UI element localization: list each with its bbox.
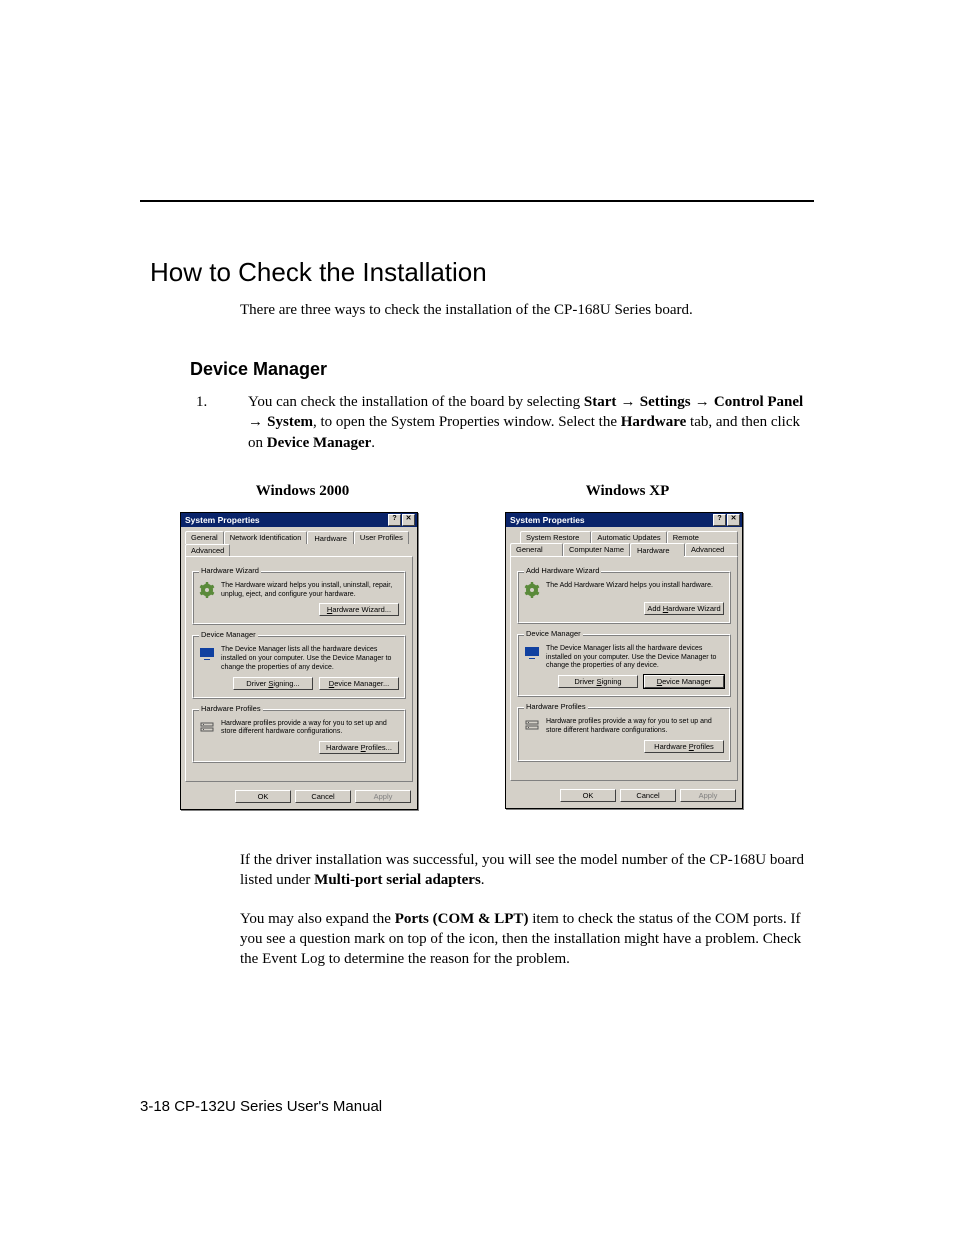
group-device-manager: Device Manager The Device Manager lists … bbox=[517, 634, 731, 697]
path-settings: Settings bbox=[640, 394, 691, 410]
hardware-profiles-button[interactable]: Hardware Profiles... bbox=[319, 741, 399, 754]
tab-strip: System Restore Automatic Updates Remote … bbox=[506, 527, 742, 556]
group-legend: Hardware Profiles bbox=[199, 704, 263, 713]
document-page: How to Check the Installation There are … bbox=[0, 0, 954, 1235]
group-legend: Add Hardware Wizard bbox=[524, 566, 601, 575]
device-manager-button[interactable]: Device Manager... bbox=[319, 677, 399, 690]
step-text: , to open the System Properties window. … bbox=[313, 414, 621, 430]
close-icon[interactable]: ✕ bbox=[727, 514, 740, 526]
arrow-icon: → bbox=[248, 413, 267, 430]
title-bar: System Properties ? ✕ bbox=[506, 513, 742, 527]
multiport-label: Multi-port serial adapters bbox=[314, 872, 481, 888]
tab-computer-name[interactable]: Computer Name bbox=[563, 543, 630, 556]
group-hardware-profiles: Hardware Profiles Hardware profiles prov… bbox=[517, 707, 731, 762]
cancel-button[interactable]: Cancel bbox=[295, 790, 351, 803]
path-system: System bbox=[267, 414, 313, 430]
tab-network-identification[interactable]: Network Identification bbox=[224, 531, 308, 544]
column-windows-xp: Windows XP System Properties ? ✕ System … bbox=[505, 483, 750, 810]
system-properties-dialog-2000: System Properties ? ✕ General Network Id… bbox=[180, 512, 418, 810]
tab-strip: General Network Identification Hardware … bbox=[181, 527, 417, 556]
path-start: Start bbox=[584, 394, 617, 410]
driver-signing-button[interactable]: Driver Signing bbox=[558, 675, 638, 688]
after-paragraph-1: If the driver installation was successfu… bbox=[240, 850, 814, 891]
tab-system-restore[interactable]: System Restore bbox=[520, 531, 591, 543]
ports-label: Ports (COM & LPT) bbox=[395, 911, 529, 927]
group-device-manager: Device Manager The Device Manager lists … bbox=[192, 635, 406, 698]
tab-general[interactable]: General bbox=[510, 543, 563, 556]
step-number: 1. bbox=[196, 392, 207, 412]
tab-panel: Hardware Wizard The Hardware wizard help… bbox=[185, 556, 413, 782]
system-properties-dialog-xp: System Properties ? ✕ System Restore Aut… bbox=[505, 512, 743, 809]
tab-advanced[interactable]: Advanced bbox=[685, 543, 738, 556]
close-icon[interactable]: ✕ bbox=[402, 514, 415, 526]
help-icon[interactable]: ? bbox=[713, 514, 726, 526]
section-heading: How to Check the Installation bbox=[150, 257, 814, 288]
ok-button[interactable]: OK bbox=[235, 790, 291, 803]
title-bar: System Properties ? ✕ bbox=[181, 513, 417, 527]
path-device-manager: Device Manager bbox=[267, 435, 372, 451]
apply-button[interactable]: Apply bbox=[355, 790, 411, 803]
group-text: Hardware profiles provide a way for you … bbox=[221, 720, 399, 738]
intro-paragraph: There are three ways to check the instal… bbox=[240, 302, 814, 319]
tab-hardware[interactable]: Hardware bbox=[307, 531, 354, 544]
top-rule bbox=[140, 200, 814, 202]
tab-advanced[interactable]: Advanced bbox=[185, 544, 230, 556]
column-title: Windows 2000 bbox=[180, 483, 425, 500]
screenshot-columns: Windows 2000 System Properties ? ✕ Gener… bbox=[180, 483, 814, 810]
driver-signing-button[interactable]: Driver Signing... bbox=[233, 677, 313, 690]
column-title: Windows XP bbox=[505, 483, 750, 500]
group-legend: Hardware Wizard bbox=[199, 566, 261, 575]
group-legend: Device Manager bbox=[199, 630, 258, 639]
group-text: The Add Hardware Wizard helps you instal… bbox=[546, 582, 713, 591]
group-legend: Device Manager bbox=[524, 629, 583, 638]
monitor-icon bbox=[199, 646, 215, 662]
title-bar-text: System Properties bbox=[185, 513, 260, 527]
cancel-button[interactable]: Cancel bbox=[620, 789, 676, 802]
hardware-profiles-button[interactable]: Hardware Profiles bbox=[644, 740, 724, 753]
tab-panel: Add Hardware Wizard The Add Hardware Wiz… bbox=[510, 556, 738, 781]
ok-button[interactable]: OK bbox=[560, 789, 616, 802]
group-text: The Hardware wizard helps you install, u… bbox=[221, 582, 399, 600]
arrow-icon: → bbox=[691, 393, 714, 410]
path-hardware: Hardware bbox=[621, 414, 687, 430]
help-icon[interactable]: ? bbox=[388, 514, 401, 526]
path-control-panel: Control Panel bbox=[714, 394, 803, 410]
step-text: . bbox=[371, 435, 375, 451]
title-bar-text: System Properties bbox=[510, 513, 585, 527]
apply-button[interactable]: Apply bbox=[680, 789, 736, 802]
step-text: You can check the installation of the bo… bbox=[248, 394, 584, 410]
group-add-hardware-wizard: Add Hardware Wizard The Add Hardware Wiz… bbox=[517, 571, 731, 624]
tab-general[interactable]: General bbox=[185, 531, 224, 544]
group-text: The Device Manager lists all the hardwar… bbox=[546, 645, 724, 671]
gear-icon bbox=[199, 582, 215, 598]
arrow-icon: → bbox=[616, 393, 639, 410]
gear-icon bbox=[524, 582, 540, 598]
disks-icon bbox=[199, 720, 215, 736]
tab-user-profiles[interactable]: User Profiles bbox=[354, 531, 409, 544]
monitor-icon bbox=[524, 645, 540, 661]
column-windows-2000: Windows 2000 System Properties ? ✕ Gener… bbox=[180, 483, 425, 810]
dialog-buttons: OK Cancel Apply bbox=[506, 785, 742, 808]
tab-remote[interactable]: Remote bbox=[667, 531, 738, 543]
step-1: 1. You can check the installation of the… bbox=[218, 392, 814, 453]
disks-icon bbox=[524, 718, 540, 734]
group-legend: Hardware Profiles bbox=[524, 702, 588, 711]
tab-automatic-updates[interactable]: Automatic Updates bbox=[591, 531, 666, 543]
group-text: The Device Manager lists all the hardwar… bbox=[221, 646, 399, 672]
hardware-wizard-button[interactable]: HHardware Wizard...ardware Wizard... bbox=[319, 603, 399, 616]
tab-hardware[interactable]: Hardware bbox=[630, 543, 685, 556]
page-footer: 3-18 CP-132U Series User's Manual bbox=[140, 1098, 382, 1115]
add-hardware-wizard-button[interactable]: Add Hardware Wizard bbox=[644, 602, 724, 615]
group-text: Hardware profiles provide a way for you … bbox=[546, 718, 724, 736]
device-manager-button[interactable]: Device Manager bbox=[644, 675, 724, 688]
group-hardware-profiles: Hardware Profiles Hardware profiles prov… bbox=[192, 709, 406, 764]
dialog-buttons: OK Cancel Apply bbox=[181, 786, 417, 809]
group-hardware-wizard: Hardware Wizard The Hardware wizard help… bbox=[192, 571, 406, 626]
subsection-heading: Device Manager bbox=[190, 359, 814, 380]
after-paragraph-2: You may also expand the Ports (COM & LPT… bbox=[240, 909, 814, 970]
